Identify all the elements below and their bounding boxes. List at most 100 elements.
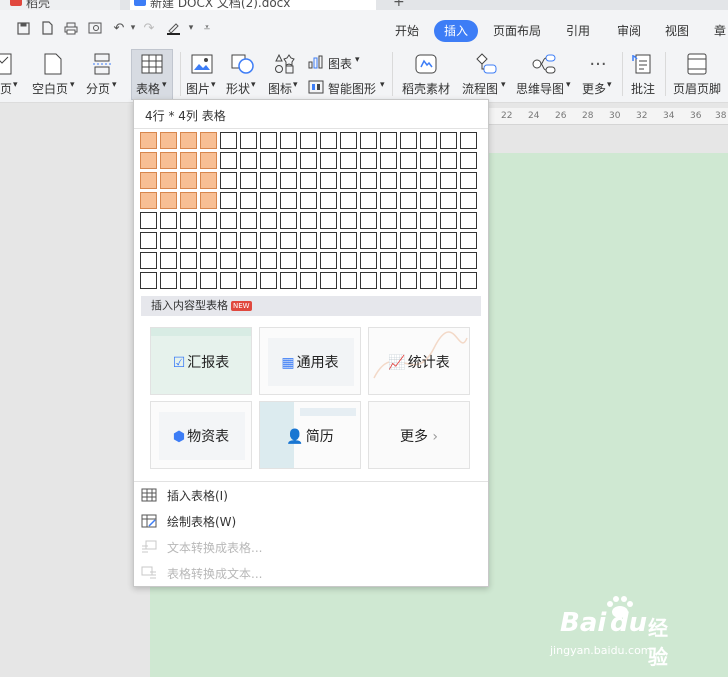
- grid-cell[interactable]: [140, 212, 157, 229]
- grid-cell[interactable]: [140, 132, 157, 149]
- grid-cell[interactable]: [280, 272, 297, 289]
- card-materials-table[interactable]: ⬢ 物资表: [150, 401, 252, 469]
- grid-cell[interactable]: [140, 192, 157, 209]
- grid-cell[interactable]: [140, 232, 157, 249]
- grid-cell[interactable]: [200, 172, 217, 189]
- draw-table-menu-item[interactable]: 绘制表格(W): [140, 509, 482, 533]
- card-general-table[interactable]: ▦ 通用表: [259, 327, 361, 395]
- grid-cell[interactable]: [280, 212, 297, 229]
- mindmap-icon[interactable]: [531, 52, 557, 76]
- grid-cell[interactable]: [260, 212, 277, 229]
- grid-cell[interactable]: [420, 152, 437, 169]
- grid-cell[interactable]: [220, 232, 237, 249]
- grid-cell[interactable]: [280, 192, 297, 209]
- grid-cell[interactable]: [200, 132, 217, 149]
- grid-cell[interactable]: [380, 232, 397, 249]
- grid-cell[interactable]: [460, 272, 477, 289]
- grid-cell[interactable]: [400, 192, 417, 209]
- grid-cell[interactable]: [220, 172, 237, 189]
- grid-cell[interactable]: [380, 132, 397, 149]
- grid-cell[interactable]: [380, 212, 397, 229]
- grid-cell[interactable]: [220, 252, 237, 269]
- grid-cell[interactable]: [300, 172, 317, 189]
- grid-cell[interactable]: [440, 172, 457, 189]
- print-preview-icon[interactable]: [86, 20, 104, 36]
- grid-cell[interactable]: [300, 232, 317, 249]
- grid-cell[interactable]: [180, 252, 197, 269]
- grid-cell[interactable]: [220, 212, 237, 229]
- grid-cell[interactable]: [400, 132, 417, 149]
- grid-cell[interactable]: [380, 192, 397, 209]
- grid-cell[interactable]: [240, 152, 257, 169]
- grid-cell[interactable]: [160, 252, 177, 269]
- grid-cell[interactable]: [340, 272, 357, 289]
- save-icon[interactable]: [14, 20, 32, 36]
- grid-cell[interactable]: [440, 212, 457, 229]
- grid-cell[interactable]: [420, 272, 437, 289]
- grid-cell[interactable]: [340, 132, 357, 149]
- grid-cell[interactable]: [420, 212, 437, 229]
- grid-cell[interactable]: [180, 272, 197, 289]
- grid-cell[interactable]: [240, 132, 257, 149]
- grid-cell[interactable]: [440, 252, 457, 269]
- grid-cell[interactable]: [200, 272, 217, 289]
- grid-cell[interactable]: [460, 232, 477, 249]
- flowchart-icon[interactable]: [473, 52, 499, 76]
- grid-cell[interactable]: [180, 152, 197, 169]
- icons-icon[interactable]: [272, 52, 298, 76]
- page-break-label[interactable]: 分页: [86, 80, 110, 97]
- grid-cell[interactable]: [360, 272, 377, 289]
- menu-insert[interactable]: 插入: [434, 20, 479, 42]
- grid-cell[interactable]: [300, 192, 317, 209]
- grid-cell[interactable]: [340, 252, 357, 269]
- grid-cell[interactable]: [180, 212, 197, 229]
- grid-cell[interactable]: [260, 172, 277, 189]
- mindmap-label[interactable]: 思维导图: [516, 80, 564, 97]
- grid-cell[interactable]: [260, 152, 277, 169]
- blank-page-label[interactable]: 空白页: [32, 80, 68, 97]
- grid-cell[interactable]: [160, 232, 177, 249]
- grid-cell[interactable]: [340, 212, 357, 229]
- grid-cell[interactable]: [440, 272, 457, 289]
- grid-cell[interactable]: [320, 252, 337, 269]
- shape-icon[interactable]: [230, 52, 256, 76]
- grid-cell[interactable]: [200, 212, 217, 229]
- docer-material-label[interactable]: 稻壳素材: [402, 80, 450, 97]
- more-label[interactable]: 更多: [582, 80, 606, 97]
- grid-cell[interactable]: [220, 272, 237, 289]
- grid-cell[interactable]: [180, 172, 197, 189]
- picture-label[interactable]: 图片: [186, 80, 210, 97]
- grid-cell[interactable]: [260, 192, 277, 209]
- grid-cell[interactable]: [200, 252, 217, 269]
- grid-cell[interactable]: [420, 132, 437, 149]
- grid-cell[interactable]: [360, 252, 377, 269]
- grid-cell[interactable]: [240, 232, 257, 249]
- grid-cell[interactable]: [400, 212, 417, 229]
- grid-cell[interactable]: [380, 252, 397, 269]
- tab-docer[interactable]: 稻壳: [0, 0, 120, 10]
- grid-cell[interactable]: [340, 172, 357, 189]
- grid-cell[interactable]: [420, 172, 437, 189]
- grid-cell[interactable]: [300, 252, 317, 269]
- menu-page-layout[interactable]: 页面布局: [493, 20, 541, 42]
- menu-review[interactable]: 审阅: [617, 20, 641, 42]
- grid-cell[interactable]: [220, 132, 237, 149]
- grid-cell[interactable]: [160, 152, 177, 169]
- grid-cell[interactable]: [160, 172, 177, 189]
- grid-cell[interactable]: [200, 232, 217, 249]
- grid-cell[interactable]: [300, 212, 317, 229]
- docer-material-icon[interactable]: [413, 52, 439, 76]
- grid-cell[interactable]: [420, 232, 437, 249]
- grid-cell[interactable]: [240, 212, 257, 229]
- grid-cell[interactable]: [200, 152, 217, 169]
- cover-page-icon[interactable]: [0, 52, 16, 76]
- grid-cell[interactable]: [140, 152, 157, 169]
- grid-cell[interactable]: [220, 192, 237, 209]
- grid-cell[interactable]: [420, 192, 437, 209]
- grid-cell[interactable]: [320, 172, 337, 189]
- grid-cell[interactable]: [320, 152, 337, 169]
- card-statistics-table[interactable]: 📈 统计表: [368, 327, 470, 395]
- grid-cell[interactable]: [240, 252, 257, 269]
- header-footer-label[interactable]: 页眉页脚: [673, 80, 721, 97]
- grid-cell[interactable]: [260, 132, 277, 149]
